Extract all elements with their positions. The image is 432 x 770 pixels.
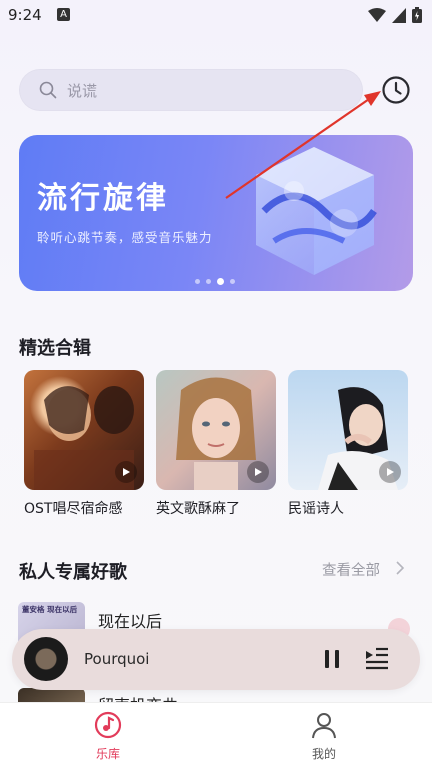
- banner-dot[interactable]: [195, 279, 200, 284]
- song-thumb-text: 董安格 现在以后: [22, 605, 78, 614]
- tab-label: 我的: [311, 747, 336, 761]
- battery-icon: [412, 7, 422, 23]
- play-icon[interactable]: [115, 461, 137, 483]
- banner-subtitle: 聆听心跳节奏，感受音乐魅力: [37, 230, 213, 245]
- now-playing-title: Pourquoi: [84, 650, 150, 668]
- album-cover: [24, 370, 144, 490]
- album-card[interactable]: 民谣诗人: [288, 370, 408, 518]
- playlist-icon[interactable]: [364, 646, 390, 672]
- now-playing-cover[interactable]: [24, 637, 68, 681]
- banner-title: 流行旋律: [37, 181, 169, 216]
- status-bar: 9:24 A: [0, 0, 432, 32]
- banner-pagination: [195, 278, 235, 285]
- status-icons: [368, 7, 422, 23]
- wifi-icon: [368, 7, 386, 22]
- status-time: 9:24: [8, 6, 42, 24]
- mini-player[interactable]: Pourquoi: [12, 629, 420, 690]
- album-title: OST唱尽宿命感: [24, 501, 123, 517]
- album-title: 英文歌酥麻了: [156, 501, 240, 517]
- album-card[interactable]: OST唱尽宿命感: [24, 370, 144, 518]
- play-icon[interactable]: [379, 461, 401, 483]
- signal-icon: [392, 7, 406, 23]
- pause-icon[interactable]: [320, 647, 344, 671]
- tab-mine[interactable]: 我的: [284, 711, 364, 762]
- bottom-tab-bar: 乐库 我的: [0, 702, 432, 770]
- tab-label: 乐库: [95, 747, 120, 761]
- play-icon[interactable]: [247, 461, 269, 483]
- chevron-right-icon[interactable]: [396, 561, 405, 575]
- glass-cube-illustration: [256, 147, 377, 275]
- history-clock-icon[interactable]: [380, 74, 412, 106]
- search-placeholder: 说谎: [67, 82, 98, 100]
- tab-library[interactable]: 乐库: [68, 711, 148, 762]
- album-title: 民谣诗人: [288, 501, 344, 517]
- notification-icon: A: [57, 8, 70, 21]
- see-all-link[interactable]: 查看全部: [322, 559, 380, 580]
- promo-banner[interactable]: 流行旋律 聆听心跳节奏，感受音乐魅力: [19, 135, 413, 291]
- album-cover: [288, 370, 408, 490]
- banner-dot[interactable]: [230, 279, 235, 284]
- personal-section-title: 私人专属好歌: [19, 562, 127, 583]
- search-icon: [39, 81, 57, 99]
- banner-dot-active[interactable]: [217, 278, 224, 285]
- banner-dot[interactable]: [206, 279, 211, 284]
- search-input[interactable]: 说谎: [19, 69, 363, 111]
- album-card[interactable]: 英文歌酥麻了: [156, 370, 276, 518]
- music-note-icon: [94, 711, 122, 739]
- album-cover: [156, 370, 276, 490]
- featured-section-title: 精选合辑: [19, 338, 91, 359]
- user-icon: [312, 713, 336, 739]
